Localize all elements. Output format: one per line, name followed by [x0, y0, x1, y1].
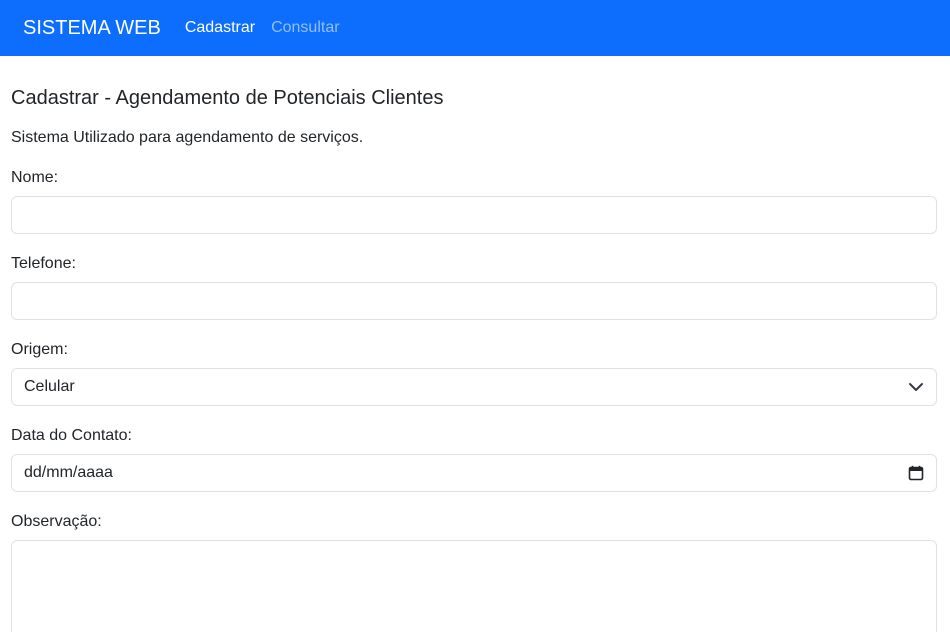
origem-select[interactable]: Celular [11, 368, 937, 406]
navbar-brand[interactable]: SISTEMA WEB [23, 17, 161, 40]
main-content: Cadastrar - Agendamento de Potenciais Cl… [0, 86, 950, 632]
origem-label: Origem: [11, 341, 68, 358]
nav-link-cadastrar[interactable]: Cadastrar [185, 19, 255, 37]
telefone-input[interactable] [11, 282, 937, 320]
observacao-textarea[interactable] [11, 540, 937, 632]
chevron-down-icon [908, 379, 924, 395]
observacao-label: Observação: [11, 513, 102, 530]
data-contato-label: Data do Contato: [11, 427, 132, 444]
page-subtitle: Sistema Utilizado para agendamento de se… [11, 129, 364, 146]
data-contato-placeholder: dd/mm/aaaa [24, 464, 113, 481]
page-title: Cadastrar - Agendamento de Potenciais Cl… [11, 87, 444, 109]
telefone-label: Telefone: [11, 255, 76, 272]
origem-selected-value: Celular [24, 378, 75, 395]
calendar-icon[interactable] [908, 465, 924, 481]
nome-input[interactable] [11, 196, 937, 234]
nav-link-consultar[interactable]: Consultar [271, 19, 339, 37]
data-contato-input[interactable]: dd/mm/aaaa [11, 454, 937, 492]
navbar: SISTEMA WEB Cadastrar Consultar [0, 0, 950, 56]
nome-label: Nome: [11, 169, 59, 186]
